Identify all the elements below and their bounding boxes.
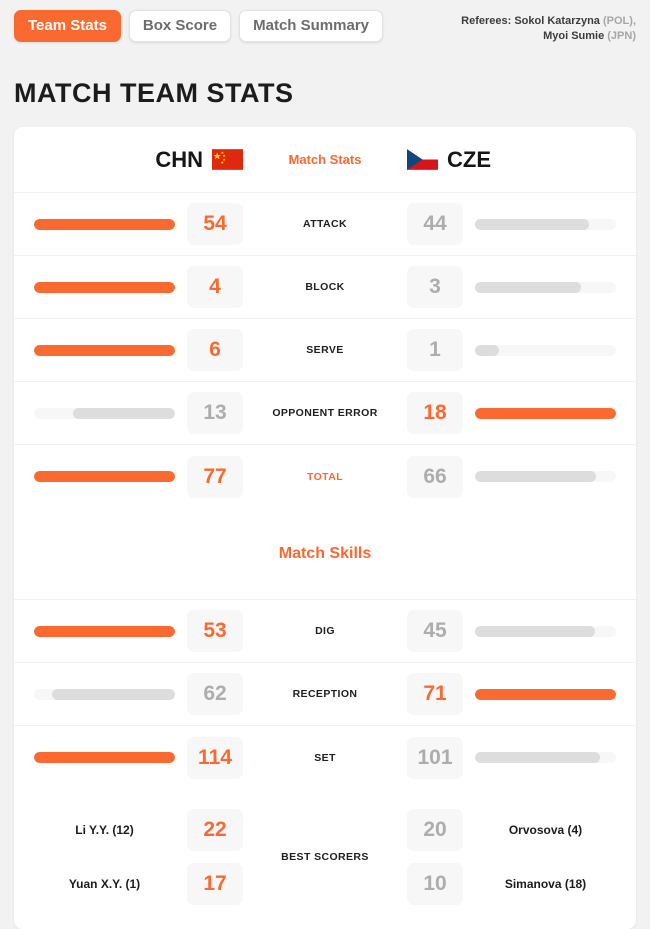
referees-prefix: Referees: [461, 15, 512, 27]
scorer-away-value-2: 10 [407, 863, 463, 905]
skill-home-bar-2 [34, 752, 175, 763]
team-header-row: CHN Match Stats CZE [14, 127, 636, 193]
referee-2-name: Myoi Sumie [543, 30, 605, 42]
stat-label-3: OPPONENT ERROR [272, 407, 378, 419]
skill-away-bar-1 [475, 688, 616, 700]
stat-home-value-2: 6 [187, 329, 243, 371]
skill-label-0: DIG [315, 625, 335, 637]
stat-home-value-3: 13 [187, 392, 243, 434]
stat-row: 4 BLOCK 3 [14, 256, 636, 319]
match-skills-header: Match Skills [14, 508, 636, 600]
referee-1-name: Sokol Katarzyna [514, 15, 600, 27]
best-scorers-label: BEST SCORERS [281, 851, 369, 863]
stat-away-bar-0 [475, 218, 616, 230]
stat-label-4: TOTAL [306, 470, 344, 483]
match-stats-header: Match Stats [288, 152, 362, 167]
skill-home-value-1: 62 [187, 673, 243, 715]
stat-label-1: BLOCK [305, 281, 345, 293]
skill-home-bar-1 [34, 688, 175, 700]
skill-away-bar-2 [475, 752, 616, 763]
skill-home-value-0: 53 [187, 610, 243, 652]
stat-home-bar-3 [34, 407, 175, 419]
scorer-home-value-1: 22 [187, 809, 243, 851]
stat-home-bar-1 [34, 281, 175, 293]
stat-home-bar-2 [34, 344, 175, 356]
stat-row: 6 SERVE 1 [14, 319, 636, 382]
stat-row: 13 OPPONENT ERROR 18 [14, 382, 636, 445]
scorer-away-value-1: 20 [407, 809, 463, 851]
skill-away-bar-0 [475, 625, 616, 637]
match-stats-rows: 54 ATTACK 44 4 BLOCK 3 6 SERVE 1 13 OPPONENT ERROR… [14, 193, 636, 508]
referee-2-country: (JPN) [607, 30, 636, 42]
away-team-code: CZE [447, 146, 491, 172]
skill-home-value-2: 114 [187, 736, 243, 779]
team-stats-card: CHN Match Stats CZE 54 ATTACK 44 4 BLOCK 3 6 SE… [14, 127, 636, 929]
stat-home-value-0: 54 [187, 203, 243, 245]
stat-away-bar-4 [475, 471, 616, 482]
tab-match-summary[interactable]: Match Summary [239, 10, 383, 42]
tab-box-score[interactable]: Box Score [128, 10, 232, 42]
stat-away-value-0: 44 [407, 203, 463, 245]
stat-away-value-3: 18 [407, 392, 463, 434]
stat-away-bar-2 [475, 344, 616, 356]
match-skills-rows: 53 DIG 45 62 RECEPTION 71 114 SET 101 [14, 600, 636, 789]
referees-line-1: Referees: Sokol Katarzyna (POL), [461, 14, 636, 29]
stat-away-value-1: 3 [407, 266, 463, 308]
cz-flag-icon [407, 149, 438, 170]
scorer-home-value-2: 17 [187, 863, 243, 905]
stat-away-bar-3 [475, 407, 616, 419]
stat-away-value-4: 66 [407, 455, 463, 498]
away-team: CZE [407, 147, 616, 173]
stat-row: 62 RECEPTION 71 [14, 663, 636, 726]
top-bar: Team Stats Box Score Match Summary Refer… [0, 0, 650, 62]
page-title: MATCH TEAM STATS [14, 78, 294, 108]
stat-row: 54 ATTACK 44 [14, 193, 636, 256]
stat-label-2: SERVE [306, 344, 344, 356]
referee-1-country: (POL), [603, 15, 636, 27]
stat-label-0: ATTACK [302, 218, 347, 230]
best-scorers-section: Li Y.Y. (12) 22 BEST SCORERS 20 Orvosova… [14, 789, 636, 929]
skill-home-bar-0 [34, 625, 175, 637]
skill-label-1: RECEPTION [292, 688, 358, 700]
tab-list: Team Stats Box Score Match Summary [14, 10, 383, 42]
cn-flag-icon [212, 149, 243, 170]
skill-away-value-1: 71 [407, 673, 463, 715]
stat-home-value-4: 77 [187, 455, 243, 498]
referees-info: Referees: Sokol Katarzyna (POL), Myoi Su… [461, 10, 636, 44]
stat-home-bar-0 [34, 218, 175, 230]
home-team: CHN [34, 147, 243, 173]
skill-away-value-0: 45 [407, 610, 463, 652]
stat-row: 114 SET 101 [14, 726, 636, 789]
stat-row: 77 TOTAL 66 [14, 445, 636, 508]
scorer-home-name-2: Yuan X.Y. (1) [68, 877, 141, 891]
tab-team-stats[interactable]: Team Stats [14, 10, 121, 42]
referees-line-2: Myoi Sumie (JPN) [461, 29, 636, 44]
stat-home-bar-4 [34, 471, 175, 482]
skill-label-2: SET [314, 751, 336, 764]
scorer-away-name-2: Simanova (18) [504, 877, 587, 891]
stat-home-value-1: 4 [187, 266, 243, 308]
stat-away-value-2: 1 [407, 329, 463, 371]
stat-away-bar-1 [475, 281, 616, 293]
scorer-away-name-1: Orvosova (4) [508, 823, 583, 837]
scorer-home-name-1: Li Y.Y. (12) [75, 823, 134, 837]
skill-away-value-2: 101 [407, 736, 463, 779]
home-team-code: CHN [155, 146, 203, 172]
stat-row: 53 DIG 45 [14, 600, 636, 663]
